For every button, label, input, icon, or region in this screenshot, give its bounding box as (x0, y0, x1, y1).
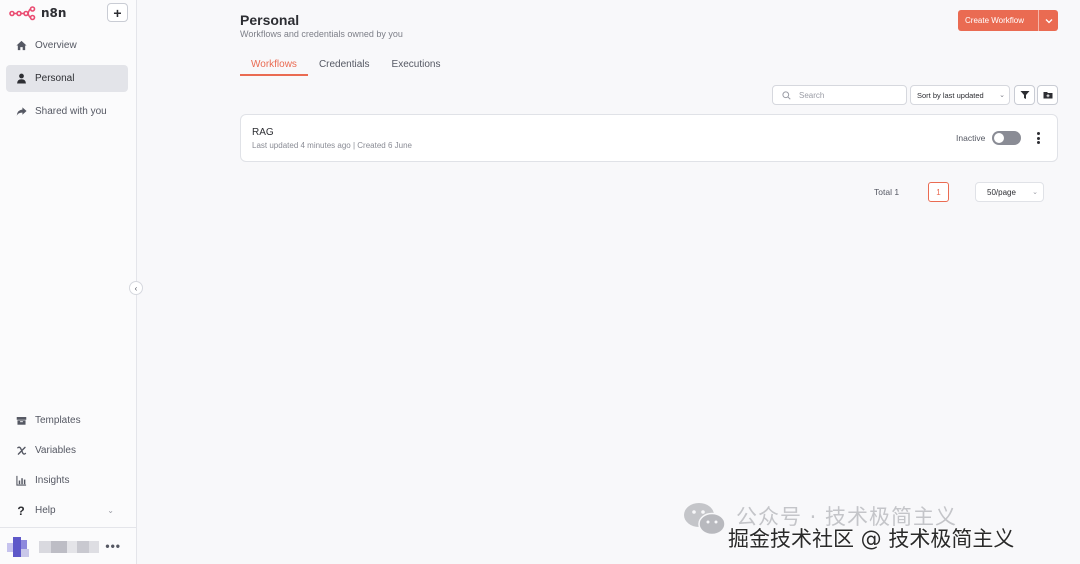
user-menu[interactable]: ••• (7, 537, 129, 557)
tab-workflows[interactable]: Workflows (240, 58, 308, 76)
wechat-watermark-icon (684, 503, 726, 536)
filter-icon (1020, 91, 1029, 99)
search-field[interactable] (772, 85, 907, 105)
chart-icon (15, 475, 27, 487)
sidebar-item-label: Overview (35, 40, 77, 51)
tab-bar: Workflows Credentials Executions (240, 58, 451, 76)
page-size-select[interactable]: 50/page ⌄ (975, 182, 1044, 202)
share-icon (15, 106, 27, 118)
app-name: n8n (41, 6, 67, 20)
workflow-card[interactable]: RAG Last updated 4 minutes ago | Created… (240, 114, 1058, 162)
workflow-menu-icon[interactable] (1034, 131, 1042, 145)
user-name-redacted (39, 541, 99, 553)
tab-credentials[interactable]: Credentials (308, 58, 381, 76)
sidebar-item-templates[interactable]: Templates (6, 407, 128, 434)
sidebar: n8n + Overview Personal Shared with you … (0, 0, 137, 564)
box-icon (15, 415, 27, 427)
total-count: Total 1 (874, 187, 900, 197)
home-icon (15, 40, 27, 52)
tab-executions[interactable]: Executions (381, 58, 452, 76)
watermark-line-2: 掘金技术社区 @ 技术极简主义 (728, 527, 1015, 551)
chevron-down-icon: ⌄ (999, 92, 1005, 99)
search-input[interactable] (799, 90, 899, 100)
sidebar-item-label: Shared with you (35, 106, 107, 117)
user-icon (15, 73, 27, 85)
create-workflow-button[interactable]: Create Workflow (958, 10, 1058, 31)
folder-icon (1043, 92, 1052, 99)
sidebar-item-insights[interactable]: Insights (6, 467, 128, 494)
page-number-button[interactable]: 1 (928, 182, 949, 202)
new-folder-button[interactable] (1037, 85, 1058, 105)
add-button[interactable]: + (107, 3, 128, 22)
chevron-down-icon: ⌄ (107, 506, 114, 515)
sidebar-item-overview[interactable]: Overview (6, 32, 128, 59)
sidebar-item-shared[interactable]: Shared with you (6, 98, 128, 125)
sidebar-item-help[interactable]: ? Help ⌄ (6, 497, 128, 524)
sort-label: Sort by last updated (917, 90, 984, 100)
page-subtitle: Workflows and credentials owned by you (240, 29, 403, 39)
page-title: Personal (240, 12, 300, 28)
chevron-down-icon[interactable] (1039, 18, 1058, 24)
sidebar-item-label: Personal (35, 73, 75, 84)
chevron-down-icon: ⌄ (1032, 189, 1038, 196)
sort-select[interactable]: Sort by last updated ⌄ (910, 85, 1010, 105)
filter-button[interactable] (1014, 85, 1035, 105)
workflow-meta: Last updated 4 minutes ago | Created 6 J… (252, 141, 412, 150)
sidebar-item-label: Insights (35, 475, 70, 486)
collapse-sidebar-button[interactable]: ‹ (129, 281, 143, 295)
sidebar-item-label: Variables (35, 445, 76, 456)
n8n-logo-icon (9, 6, 36, 21)
workflow-status: Inactive (956, 133, 986, 143)
sidebar-item-label: Help (35, 505, 56, 516)
create-workflow-label: Create Workflow (965, 16, 1024, 25)
avatar (7, 537, 29, 557)
workflow-active-toggle[interactable] (992, 131, 1021, 145)
toggle-knob (994, 133, 1004, 143)
sidebar-item-variables[interactable]: Variables (6, 437, 128, 464)
question-icon: ? (17, 503, 25, 518)
workflow-name[interactable]: RAG (252, 127, 274, 138)
n8n-logo[interactable]: n8n (9, 5, 66, 21)
search-icon (782, 90, 791, 100)
variable-icon (15, 445, 27, 457)
sidebar-item-personal[interactable]: Personal (6, 65, 128, 92)
more-options-icon[interactable]: ••• (105, 539, 121, 553)
sidebar-divider (0, 527, 137, 528)
sidebar-item-label: Templates (35, 415, 81, 426)
page-size-label: 50/page (987, 187, 1016, 197)
